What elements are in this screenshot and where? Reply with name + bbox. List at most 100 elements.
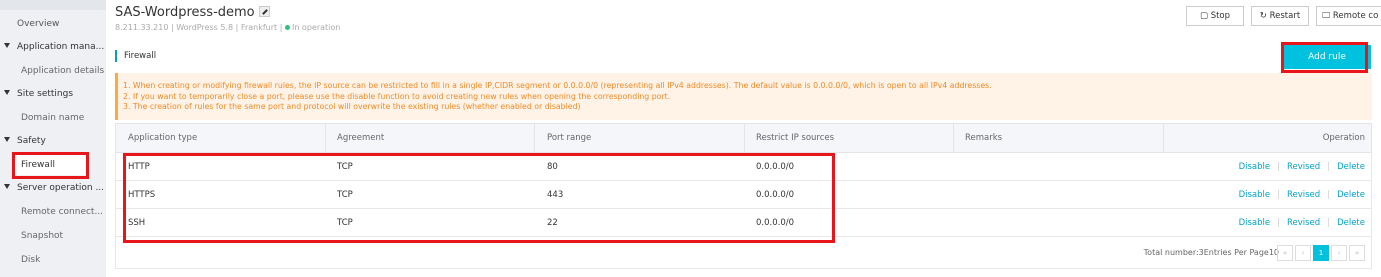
section-title: Firewall [115,50,156,62]
edit-name-icon[interactable] [258,6,270,17]
stop-button[interactable]: ▢ Stop [1186,6,1244,26]
cell-restrict-ip: 0.0.0.0/0 [756,161,795,172]
sidebar-item-application-details[interactable]: Application details [0,61,106,81]
instance-status: In operation [291,23,341,32]
col-restrict-ip: Restrict IP sources [756,133,835,143]
notice-box: 1. When creating or modifying firewall r… [115,73,1372,120]
add-rule-button[interactable]: Add rule [1283,45,1371,69]
cell-agreement: TCP [337,161,353,172]
instance-subtitle: 8.211.33.210 | WordPress 5.8 | Frankfurt… [115,23,340,32]
sidebar-item-site-settings[interactable]: Site settings [0,84,106,104]
caret-down-icon [4,137,10,142]
op-separator: | [1327,161,1331,172]
sidebar-item-snapshot[interactable]: Snapshot [0,226,106,246]
notice-line: 2. If you want to temporarily close a po… [123,91,671,101]
restart-button[interactable]: ↻ Restart [1251,6,1309,26]
sidebar-item-server-operation[interactable]: Server operation ... [0,178,106,198]
sidebar-item-firewall[interactable]: Firewall [13,155,88,175]
sidebar-item-application-mana[interactable]: Application mana... [0,37,106,57]
revised-link[interactable]: Revised [1287,218,1320,228]
table-footer: Total number:3Entries Per Page10 «‹ 1 ›» [115,237,1372,269]
restart-icon: ↻ [1259,11,1270,21]
col-operation: Operation [1322,133,1365,143]
cell-application-type: SSH [128,217,146,228]
last-page-button[interactable]: » [1349,245,1365,261]
firewall-table: Application type Agreement Port range Re… [115,123,1372,269]
prev-page-button[interactable]: ‹ [1295,245,1311,261]
delete-link[interactable]: Delete [1337,190,1365,200]
monitor-icon: 🖵 [1322,11,1333,21]
instance-ip: 8.211.33.210 [115,23,169,32]
remote-label: Remote co [1332,11,1379,21]
sidebar: Overview Application mana... Application d… [0,0,106,277]
stop-label: Stop [1210,11,1231,21]
cell-agreement: TCP [337,217,353,228]
revised-link[interactable]: Revised [1287,162,1320,172]
sidebar-item-label: Disk [21,255,41,265]
cell-application-type: HTTP [128,161,150,172]
sidebar-item-remote-connect[interactable]: Remote connect... [0,202,106,222]
op-separator: | [1277,161,1280,172]
sidebar-item-domain-name[interactable]: Domain name [0,108,106,128]
status-dot-icon [284,25,290,30]
cell-restrict-ip: 0.0.0.0/0 [756,189,795,200]
col-application-type: Application type [128,133,198,143]
table-row: SSH TCP 22 0.0.0.0/0 Disable | Revised | Delete [115,209,1372,237]
pagination: «‹ 1 ›» [1277,245,1365,261]
stop-icon: ▢ [1199,11,1211,21]
sidebar-item-disk[interactable]: Disk [0,250,106,270]
col-divider [1163,124,1164,152]
op-separator: | [1277,217,1280,228]
col-divider [953,124,954,152]
cell-port-range: 80 [547,161,558,172]
delete-link[interactable]: Delete [1337,218,1365,228]
first-page-button[interactable]: « [1277,245,1293,261]
col-port-range: Port range [547,133,592,143]
disable-link[interactable]: Disable [1239,190,1271,200]
next-page-button[interactable]: › [1331,245,1347,261]
sidebar-item-label: Snapshot [21,231,64,241]
caret-down-icon [4,184,10,189]
sidebar-item-overview[interactable]: Overview [0,14,106,34]
sidebar-item-label: Site settings [17,89,74,99]
remote-connect-button[interactable]: 🖵 Remote co [1316,6,1381,26]
sidebar-item-label: Application details [21,66,105,76]
caret-down-icon [4,90,10,95]
page-title: SAS-Wordpress-demo [115,5,270,20]
restart-label: Restart [1269,11,1301,21]
table-row: HTTP TCP 80 0.0.0.0/0 Disable | Revised | Delete [115,153,1372,181]
cell-port-range: 443 [547,189,564,200]
sidebar-item-label: Overview [17,19,60,29]
disable-link[interactable]: Disable [1239,218,1271,228]
col-divider [534,124,535,152]
sidebar-item-label: Domain name [21,113,85,123]
main-panel: SAS-Wordpress-demo 8.211.33.210 | WordPr… [106,0,1381,277]
table-header: Application type Agreement Port range Re… [115,123,1372,153]
disable-link[interactable]: Disable [1239,162,1271,172]
col-remarks: Remarks [965,133,1003,143]
instance-name: SAS-Wordpress-demo [115,5,255,20]
op-separator: | [1327,189,1331,200]
col-divider [744,124,745,152]
notice-line: 3. The creation of rules for the same po… [123,102,581,111]
instance-image: WordPress 5.8 [176,23,234,32]
sidebar-item-label: Application mana... [17,42,105,52]
sidebar-item-safety[interactable]: Safety [0,131,106,151]
table-row: HTTPS TCP 443 0.0.0.0/0 Disable | Revised | Dele… [115,181,1372,209]
col-divider [325,124,326,152]
sidebar-item-label: Safety [17,136,46,146]
cell-application-type: HTTPS [128,189,156,200]
caret-down-icon [4,43,10,48]
revised-link[interactable]: Revised [1287,190,1320,200]
notice-line: 1. When creating or modifying firewall r… [123,81,992,90]
sidebar-item-label: Firewall [21,160,55,170]
cell-restrict-ip: 0.0.0.0/0 [756,217,795,228]
row-operations: Disable | Revised | Delete [1239,181,1365,208]
op-separator: | [1327,217,1331,228]
delete-link[interactable]: Delete [1337,162,1365,172]
page-1-button[interactable]: 1 [1313,245,1329,261]
sidebar-top-strip [0,0,106,10]
sidebar-item-label: Server operation ... [17,183,105,193]
sidebar-item-label: Remote connect... [21,207,104,217]
col-agreement: Agreement [337,133,385,143]
